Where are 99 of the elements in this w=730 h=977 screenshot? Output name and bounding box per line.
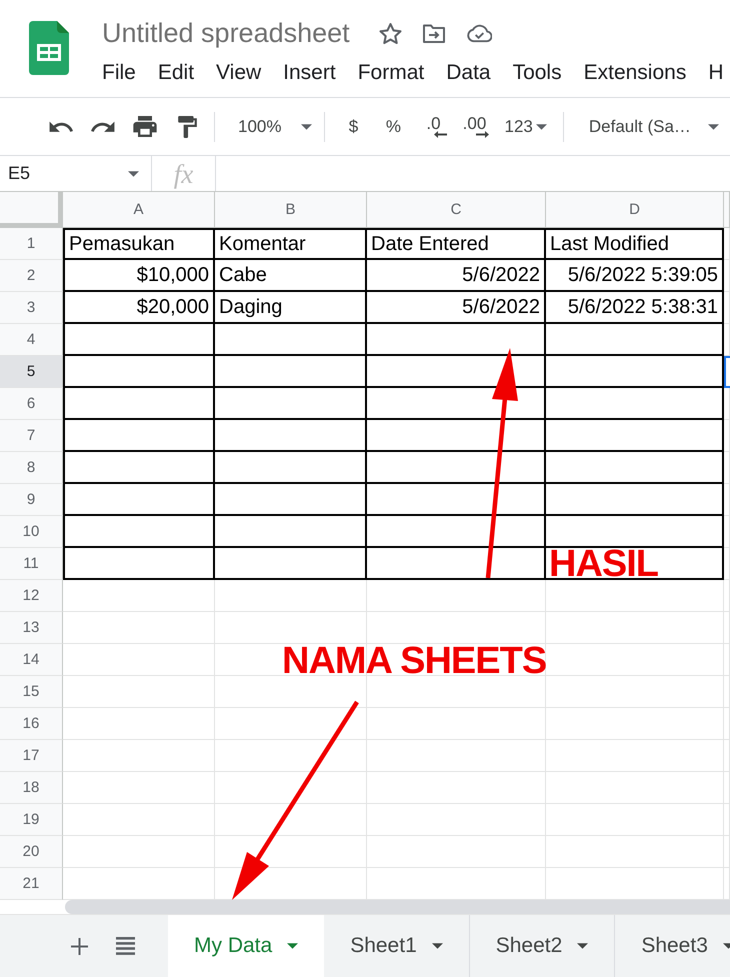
currency-button[interactable]: $	[333, 106, 374, 146]
annotation-label: HASIL	[549, 550, 658, 578]
table-cell[interactable]: 5/6/2022	[367, 260, 546, 292]
spreadsheet-logo[interactable]	[29, 21, 69, 75]
move-to-folder-icon[interactable]	[422, 22, 446, 44]
select-all-corner[interactable]	[0, 192, 63, 228]
caret-icon	[301, 124, 312, 130]
row-header[interactable]: 14	[0, 644, 63, 676]
menu-item[interactable]: Format	[358, 58, 424, 88]
right-arrow-icon	[476, 131, 489, 138]
table-cell[interactable]	[724, 740, 730, 772]
row-header[interactable]: 7	[0, 420, 63, 452]
table-cell[interactable]	[724, 260, 730, 292]
table-cell[interactable]	[724, 228, 730, 260]
menu-item[interactable]: View	[216, 58, 262, 88]
table-cell[interactable]	[724, 420, 730, 452]
table-cell[interactable]	[724, 580, 730, 612]
table-cell[interactable]: Last Modified	[546, 228, 724, 260]
sheet-tab[interactable]: Sheet1	[324, 915, 470, 977]
table-cell[interactable]	[724, 708, 730, 740]
menu-item[interactable]: Data	[446, 58, 491, 88]
sheet-tab[interactable]: Sheet3	[615, 915, 730, 977]
menu-item[interactable]: File	[102, 58, 136, 88]
table-cell[interactable]	[724, 772, 730, 804]
table-cell[interactable]: Date Entered	[367, 228, 546, 260]
row-header[interactable]: 8	[0, 452, 63, 484]
table-cell[interactable]: Cabe	[215, 260, 367, 292]
percent-button[interactable]: %	[373, 106, 414, 146]
column-header[interactable]	[724, 192, 730, 228]
increase-decimal-button[interactable]: .00	[453, 106, 496, 146]
row-header[interactable]: 15	[0, 676, 63, 708]
caret-icon	[128, 170, 139, 176]
menu-item[interactable]: Edit	[158, 58, 194, 88]
column-header[interactable]: A	[63, 192, 215, 228]
menu-item[interactable]: Tools	[512, 58, 562, 88]
row-header[interactable]: 20	[0, 836, 63, 868]
row-header[interactable]: 9	[0, 484, 63, 516]
column-header[interactable]: C	[367, 192, 546, 228]
column-header[interactable]: B	[215, 192, 367, 228]
function-label: fx	[174, 158, 194, 188]
annotation-label: NAMA SHEETS	[282, 647, 546, 675]
document-title[interactable]: Untitled spreadsheet	[102, 13, 350, 53]
star-icon[interactable]	[378, 22, 402, 44]
horizontal-scrollbar[interactable]	[65, 900, 730, 914]
row-header[interactable]: 3	[0, 292, 63, 324]
row-header[interactable]: 10	[0, 516, 63, 548]
table-cell[interactable]: Pemasukan	[63, 228, 215, 260]
print-icon[interactable]	[133, 116, 157, 137]
row-header[interactable]: 13	[0, 612, 63, 644]
row-header[interactable]: 6	[0, 388, 63, 420]
table-cell[interactable]	[724, 324, 730, 356]
undo-icon[interactable]	[49, 120, 73, 132]
menu-item[interactable]: Extensions	[584, 58, 686, 88]
menu-icon	[116, 937, 134, 955]
table-cell[interactable]	[724, 548, 730, 580]
table-cell[interactable]: 5/6/2022 5:39:05	[546, 260, 724, 292]
row-header[interactable]: 19	[0, 804, 63, 836]
row-header[interactable]: 2	[0, 260, 63, 292]
table-cell[interactable]: Komentar	[215, 228, 367, 260]
decrease-decimal-button[interactable]: .0	[413, 106, 454, 146]
row-header[interactable]: 21	[0, 868, 63, 900]
row-header[interactable]: 16	[0, 708, 63, 740]
column-header[interactable]: D	[546, 192, 724, 228]
menu-item[interactable]: H	[708, 58, 724, 88]
left-arrow-icon	[434, 131, 447, 138]
selected-cell[interactable]	[724, 356, 730, 388]
font-dropdown[interactable]: Default (Sa…	[572, 106, 727, 146]
table-cell[interactable]	[724, 804, 730, 836]
row-header[interactable]: 18	[0, 772, 63, 804]
table-cell[interactable]	[724, 644, 730, 676]
caret-icon	[287, 943, 298, 949]
table-cell[interactable]	[724, 388, 730, 420]
zoom-dropdown[interactable]: 100%	[230, 106, 318, 146]
number-format-dropdown[interactable]: 123	[495, 106, 553, 146]
row-header[interactable]: 4	[0, 324, 63, 356]
plus-icon	[70, 938, 88, 954]
menu-item[interactable]: Insert	[283, 58, 336, 88]
caret-icon	[577, 943, 588, 949]
caret-icon	[708, 124, 719, 130]
table-cell[interactable]	[724, 676, 730, 708]
table-cell[interactable]	[724, 292, 730, 324]
row-header[interactable]: 11	[0, 548, 63, 580]
sheet-tab[interactable]: My Data	[168, 915, 324, 977]
row-header[interactable]: 17	[0, 740, 63, 772]
row-header[interactable]: 12	[0, 580, 63, 612]
sheet-tab[interactable]: Sheet2	[470, 915, 616, 977]
paint-roller-icon[interactable]	[178, 116, 196, 138]
redo-icon[interactable]	[91, 120, 115, 132]
name-box[interactable]: E5	[0, 156, 152, 191]
table-cell[interactable]	[724, 516, 730, 548]
table-cell[interactable]	[724, 612, 730, 644]
table-cell[interactable]	[724, 484, 730, 516]
table-cell[interactable]	[724, 452, 730, 484]
table-cell[interactable]	[724, 836, 730, 868]
caret-icon	[432, 943, 443, 949]
caret-icon	[536, 124, 547, 130]
table-cell[interactable]: $10,000	[63, 260, 215, 292]
row-header[interactable]: 1	[0, 228, 63, 260]
row-header[interactable]: 5	[0, 356, 63, 388]
